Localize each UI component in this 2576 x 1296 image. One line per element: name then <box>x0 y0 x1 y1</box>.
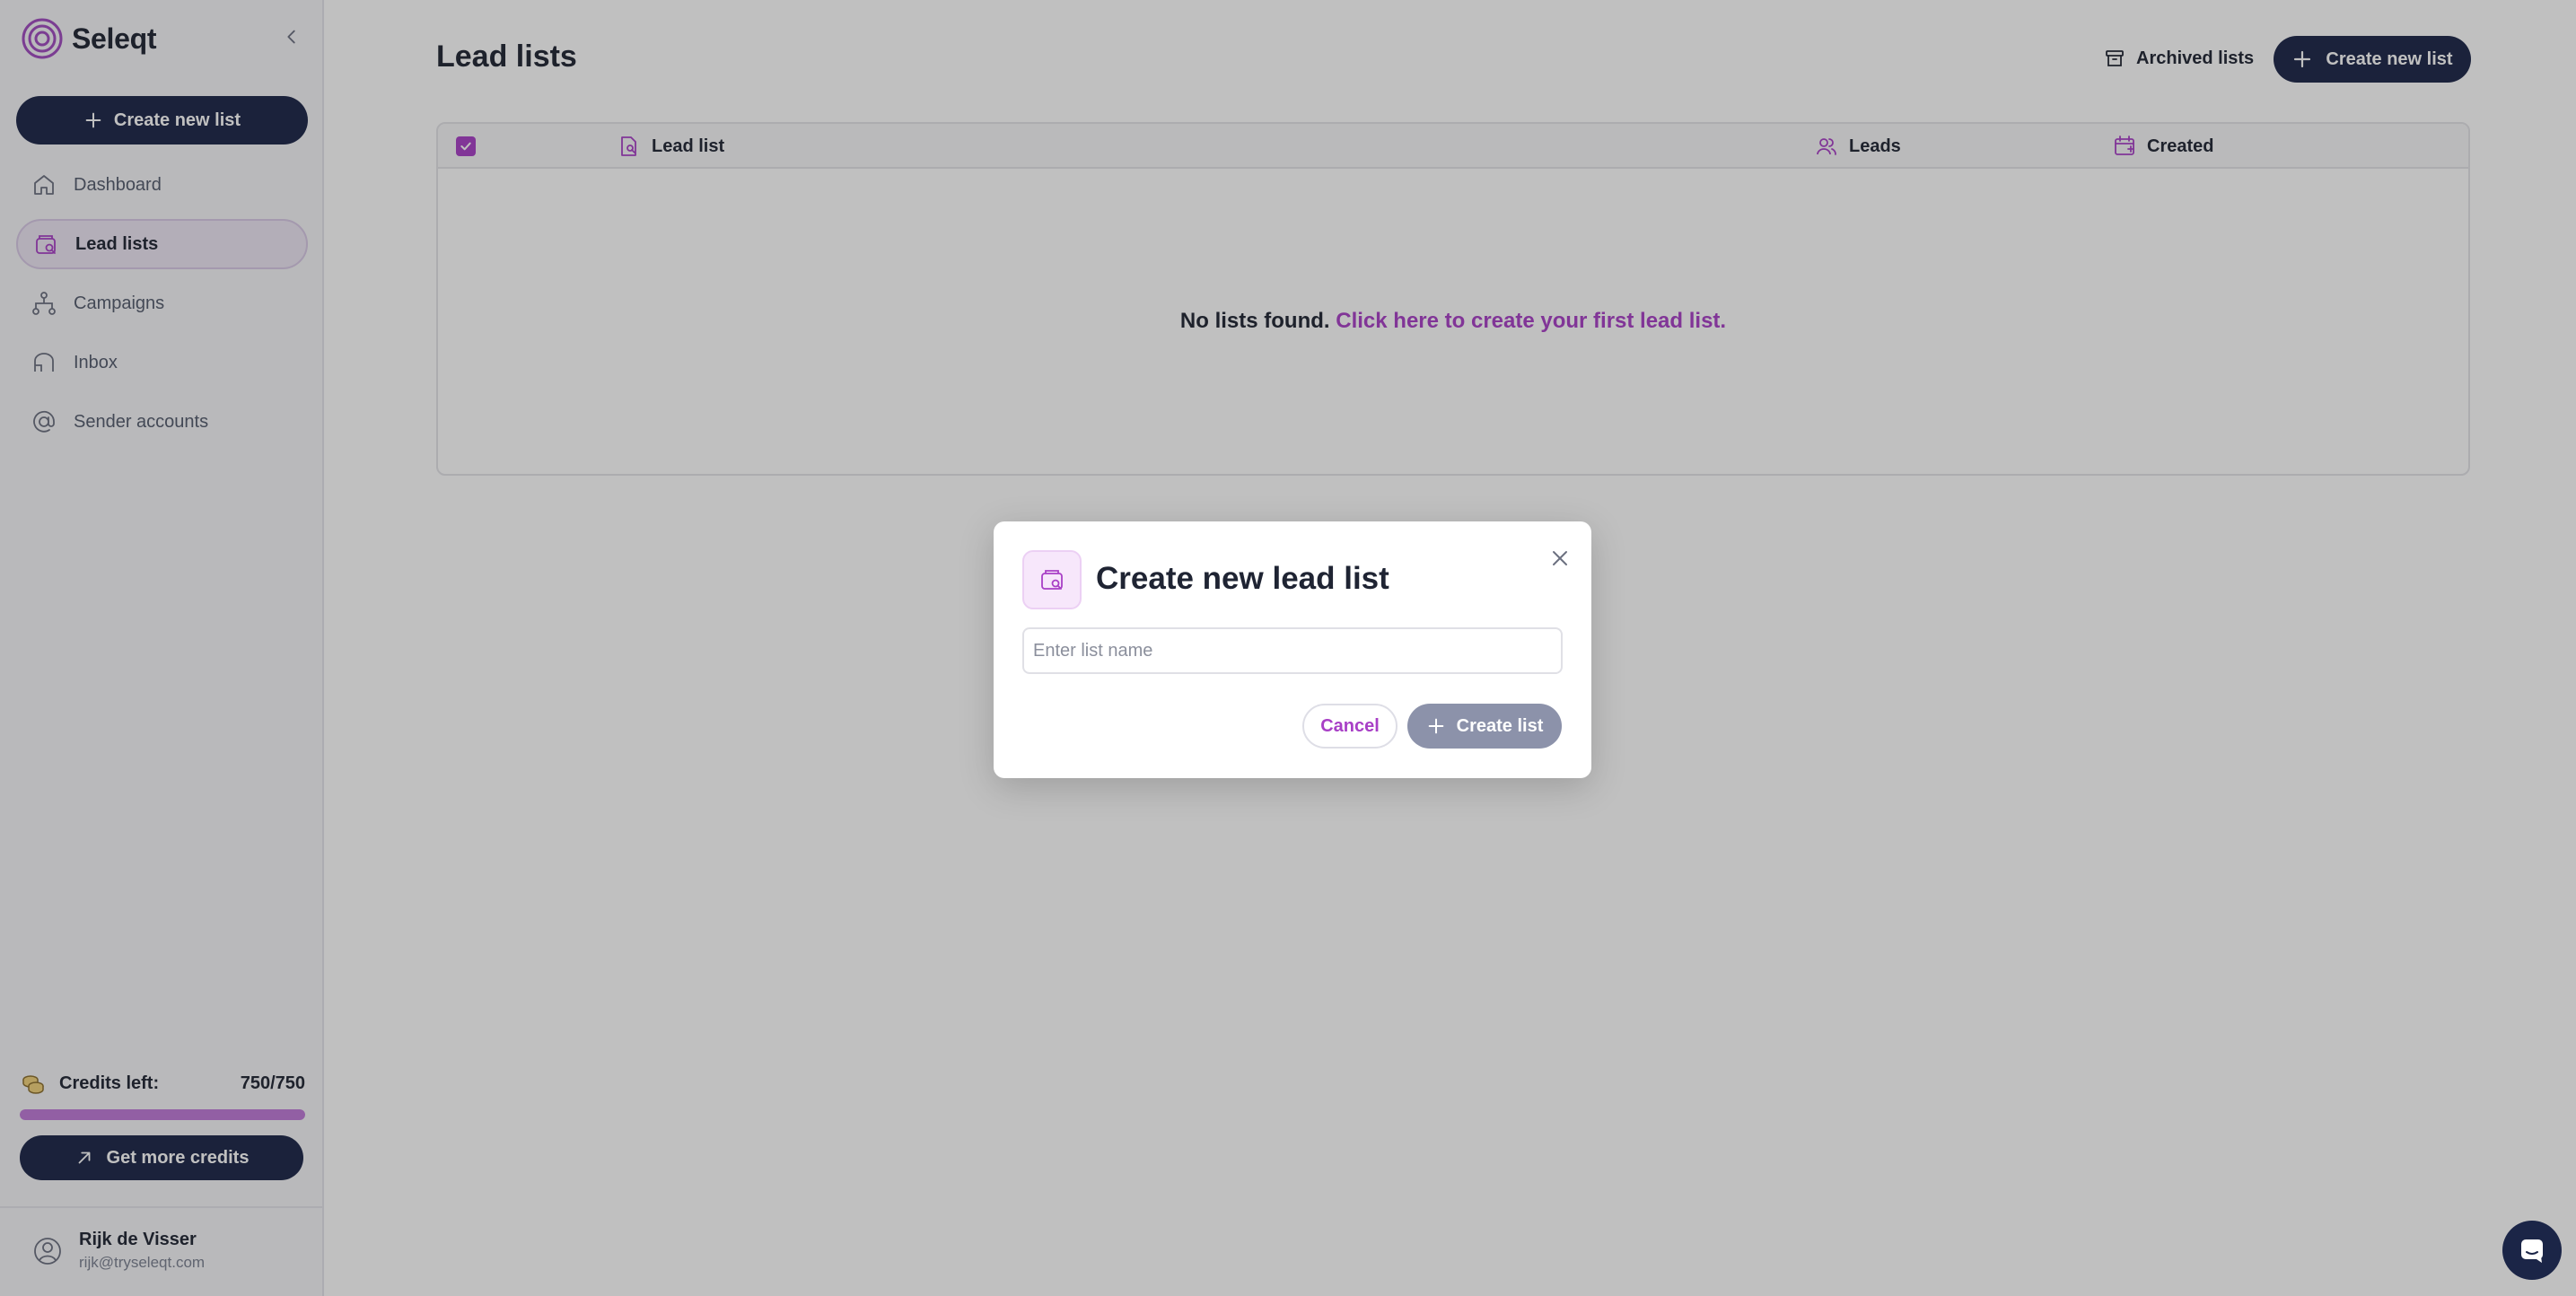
dialog-icon-badge <box>1022 550 1082 609</box>
create-list-label: Create list <box>1456 715 1544 736</box>
chat-icon <box>2521 1239 2543 1263</box>
close-dialog-button[interactable] <box>1546 545 1573 572</box>
dialog-title: Create new lead list <box>1096 561 1389 596</box>
lead-list-icon <box>1041 570 1063 590</box>
create-lead-list-dialog: Create new lead list Cancel Create list <box>994 521 1591 778</box>
create-list-button[interactable]: Create list <box>1407 704 1562 749</box>
chat-widget-button[interactable] <box>2502 1221 2562 1280</box>
close-icon <box>1553 551 1567 565</box>
list-name-input[interactable] <box>1022 627 1563 674</box>
plus-icon <box>1428 718 1443 734</box>
cancel-button[interactable]: Cancel <box>1302 704 1398 749</box>
